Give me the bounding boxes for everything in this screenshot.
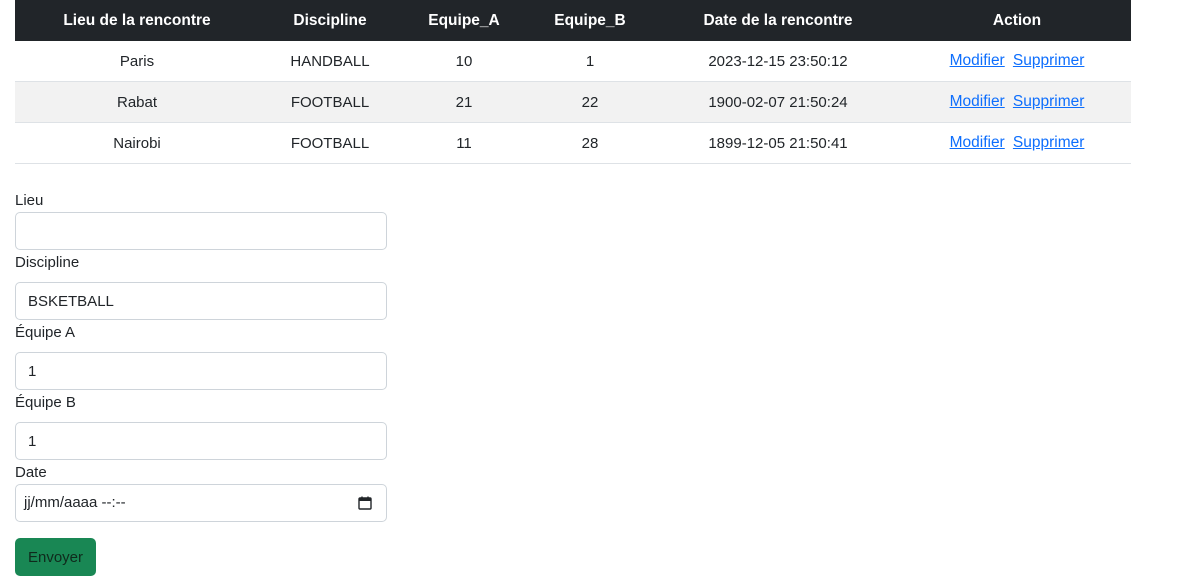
delete-link[interactable]: Supprimer xyxy=(1013,134,1085,151)
edit-link[interactable]: Modifier xyxy=(950,134,1005,151)
equipe-b-input[interactable] xyxy=(15,422,387,460)
cell-equipe-a: 11 xyxy=(401,122,527,164)
header-discipline: Discipline xyxy=(259,0,401,41)
cell-equipe-b: 28 xyxy=(527,122,653,164)
header-equipe-a: Equipe_A xyxy=(401,0,527,41)
cell-discipline: FOOTBALL xyxy=(259,81,401,123)
header-equipe-b: Equipe_B xyxy=(527,0,653,41)
submit-button[interactable]: Envoyer xyxy=(15,538,96,576)
matches-table: Lieu de la rencontre Discipline Equipe_A… xyxy=(15,0,1131,164)
delete-link[interactable]: Supprimer xyxy=(1013,52,1085,69)
table-row: Paris HANDBALL 10 1 2023-12-15 23:50:12 … xyxy=(15,41,1131,82)
header-date: Date de la rencontre xyxy=(653,0,903,41)
table-header-row: Lieu de la rencontre Discipline Equipe_A… xyxy=(15,0,1131,41)
lieu-input[interactable] xyxy=(15,212,387,250)
cell-discipline: HANDBALL xyxy=(259,41,401,82)
table-row: Nairobi FOOTBALL 11 28 1899-12-05 21:50:… xyxy=(15,122,1131,164)
equipe-a-input[interactable] xyxy=(15,352,387,390)
cell-equipe-b: 1 xyxy=(527,41,653,82)
discipline-input[interactable] xyxy=(15,282,387,320)
date-input[interactable]: jj/mm/aaaa --:-- xyxy=(15,484,387,522)
equipe-a-label: Équipe A xyxy=(15,324,76,341)
date-label: Date xyxy=(15,464,47,481)
cell-action: Modifier Supprimer xyxy=(903,122,1131,164)
header-lieu: Lieu de la rencontre xyxy=(15,0,259,41)
cell-equipe-a: 21 xyxy=(401,81,527,123)
edit-link[interactable]: Modifier xyxy=(950,93,1005,110)
edit-link[interactable]: Modifier xyxy=(950,52,1005,69)
cell-action: Modifier Supprimer xyxy=(903,41,1131,82)
cell-lieu: Rabat xyxy=(15,81,259,123)
cell-date: 2023-12-15 23:50:12 xyxy=(653,41,903,82)
date-placeholder: jj/mm/aaaa --:-- xyxy=(24,494,126,511)
cell-date: 1899-12-05 21:50:41 xyxy=(653,122,903,164)
cell-discipline: FOOTBALL xyxy=(259,122,401,164)
cell-date: 1900-02-07 21:50:24 xyxy=(653,81,903,123)
lieu-label: Lieu xyxy=(15,192,44,209)
cell-equipe-b: 22 xyxy=(527,81,653,123)
equipe-b-label: Équipe B xyxy=(15,394,76,411)
discipline-label: Discipline xyxy=(15,254,80,271)
cell-lieu: Paris xyxy=(15,41,259,82)
calendar-icon[interactable] xyxy=(358,496,372,510)
table-row: Rabat FOOTBALL 21 22 1900-02-07 21:50:24… xyxy=(15,81,1131,123)
delete-link[interactable]: Supprimer xyxy=(1013,93,1085,110)
header-action: Action xyxy=(903,0,1131,41)
cell-action: Modifier Supprimer xyxy=(903,81,1131,123)
cell-equipe-a: 10 xyxy=(401,41,527,82)
cell-lieu: Nairobi xyxy=(15,122,259,164)
